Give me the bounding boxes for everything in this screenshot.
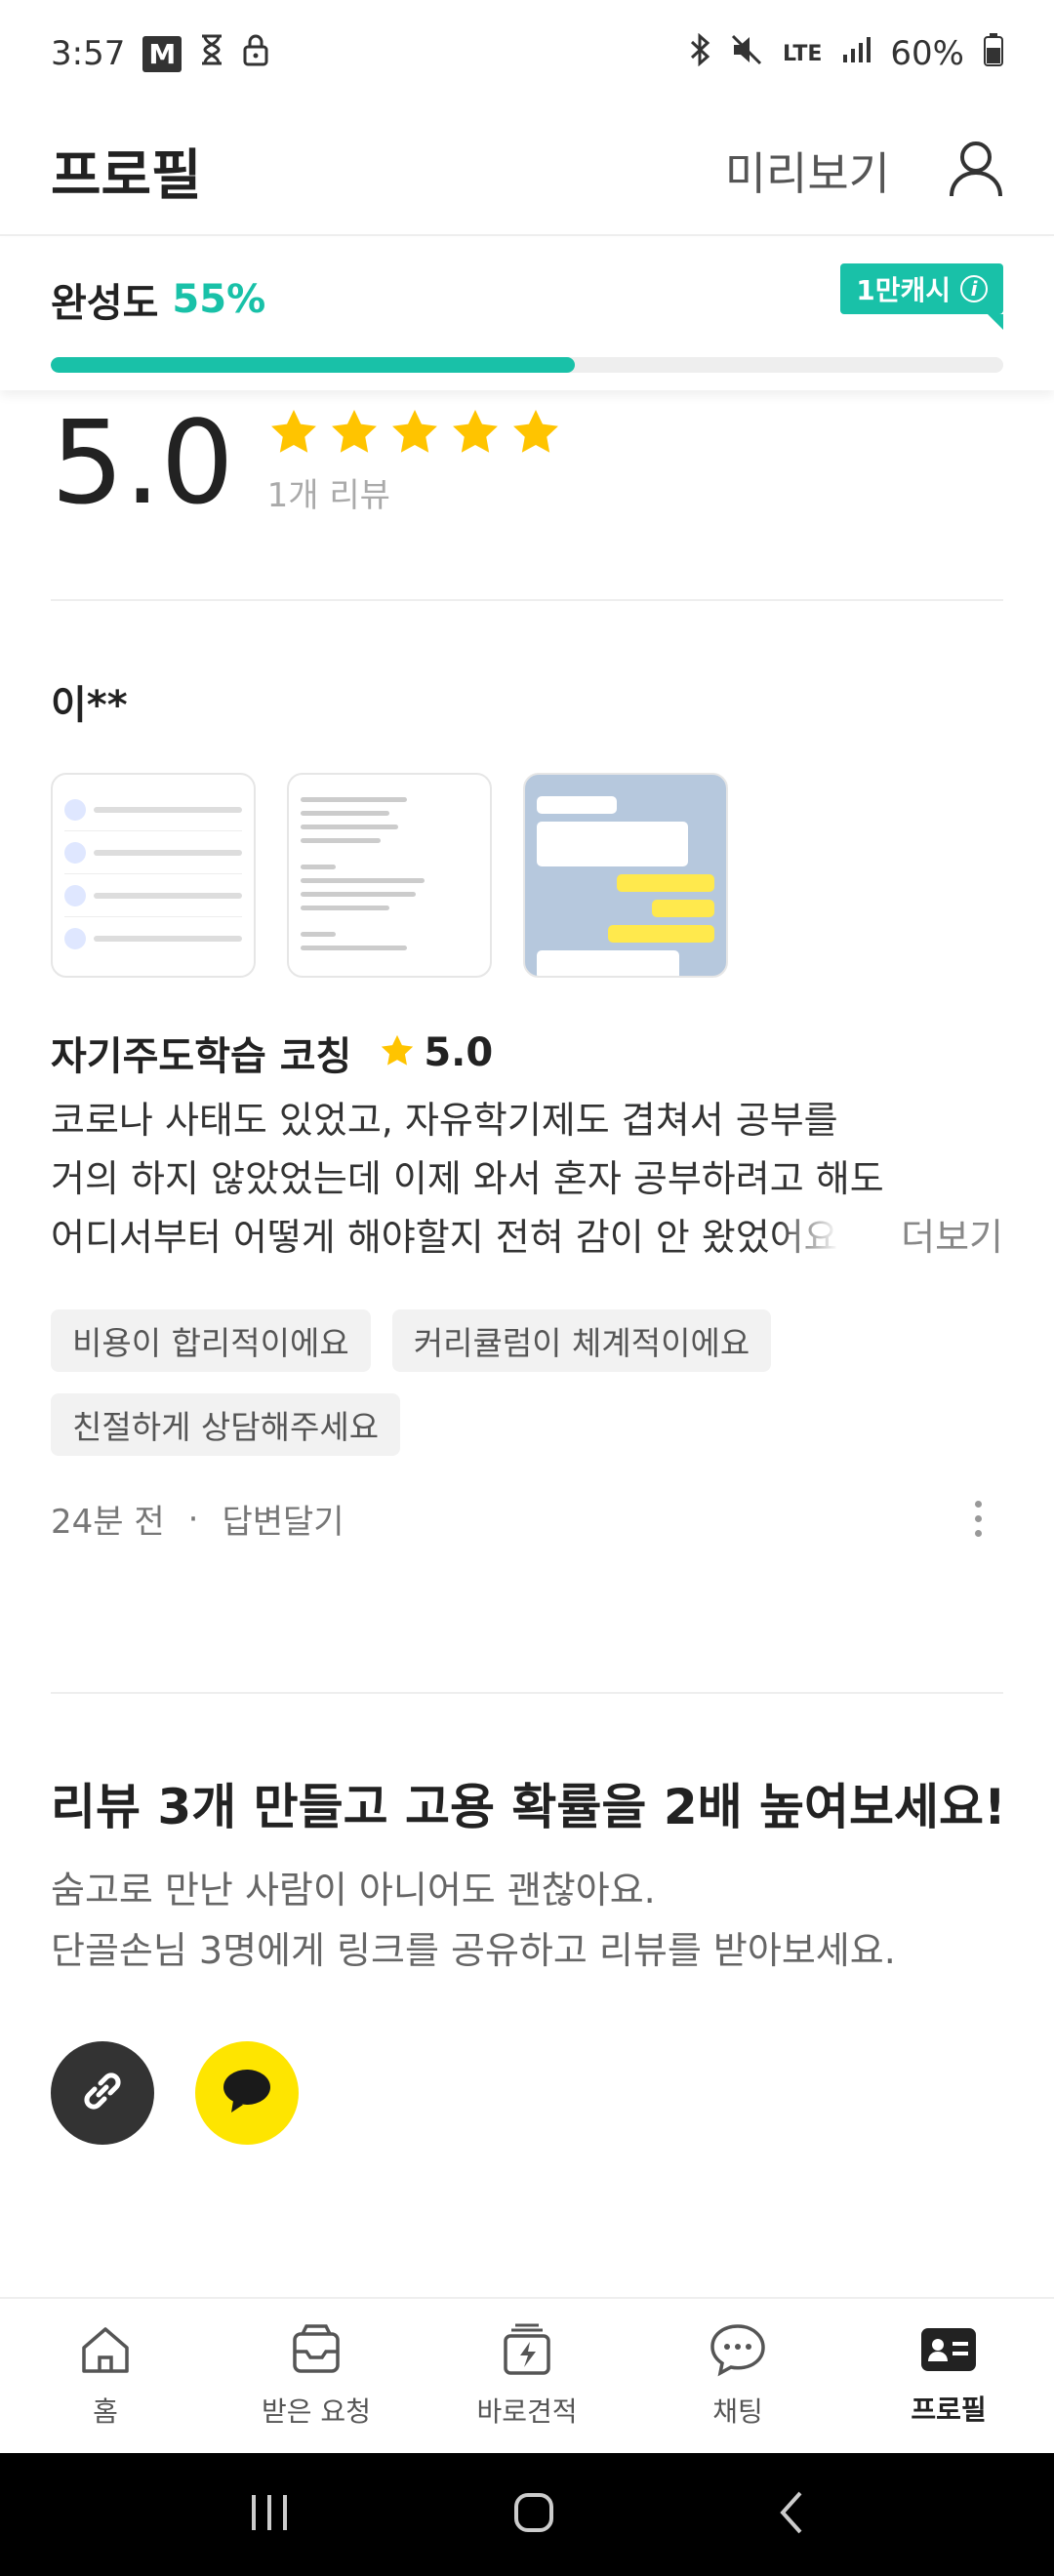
nav-item-quick-quote[interactable]: 바로견적 [422, 2299, 632, 2453]
star-icon [388, 406, 441, 463]
reviewer-name: 이** [51, 683, 128, 728]
completion-row: 완성도 55% 1만캐시 i [51, 263, 1003, 330]
star-icon [328, 406, 381, 463]
meta-separator: · [187, 1499, 199, 1539]
more-button[interactable]: 더보기 [901, 1208, 1003, 1267]
service-name: 자기주도학습 코칭 [51, 1034, 352, 1079]
hourglass-icon [199, 34, 224, 74]
review-tag: 비용이 합리적이에요 [51, 1309, 371, 1372]
star-icon [449, 406, 502, 463]
review-photos [51, 773, 728, 978]
mute-icon [730, 33, 763, 75]
review-text-line: 거의 하지 않았었는데 이제 와서 혼자 공부하려고 해도 [51, 1157, 884, 1200]
battery-percent: 60% [890, 34, 964, 73]
review-count: 1개 리뷰 [266, 476, 390, 515]
rating-summary: 5.0 1개 리뷰 [51, 395, 562, 530]
review-photo[interactable] [523, 773, 728, 978]
link-icon [77, 2066, 128, 2120]
nav-label: 채팅 [712, 2395, 763, 2428]
back-icon[interactable] [777, 2489, 806, 2540]
status-time: 3:57 [51, 34, 126, 73]
lock-icon [242, 33, 269, 75]
user-icon[interactable] [949, 140, 1003, 202]
status-left: 3:57 M [51, 33, 269, 75]
home-system-icon[interactable] [512, 2491, 555, 2538]
rating-details: 1개 리뷰 [267, 406, 562, 516]
lte-indicator: LTE [783, 41, 823, 66]
promo-desc-line: 단골손님 3명에게 링크를 공유하고 리뷰를 받아보세요. [51, 1929, 896, 1972]
nav-label: 바로견적 [476, 2395, 578, 2428]
nav-item-chat[interactable]: 채팅 [632, 2299, 843, 2453]
promo-description: 숨고로 만난 사람이 아니어도 괜찮아요. 단골손님 3명에게 링크를 공유하고… [51, 1860, 896, 1981]
star-icon [379, 1032, 416, 1073]
nav-label: 프로필 [911, 2394, 987, 2426]
review-tag: 친절하게 상담해주세요 [51, 1393, 401, 1456]
review-meta: 24분 전 · 답변달기 [51, 1495, 1003, 1543]
completion-label: 완성도 [51, 281, 159, 326]
nav-item-home[interactable]: 홈 [0, 2299, 211, 2453]
review-tags: 비용이 합리적이에요 커리큘럼이 체계적이에요 친절하게 상담해주세요 [51, 1309, 1003, 1456]
completion-progress-bar [51, 357, 1003, 373]
kakao-talk-icon [222, 2068, 272, 2118]
service-score: 5.0 [424, 1030, 494, 1075]
completion-panel: 완성도 55% 1만캐시 i [0, 238, 1054, 390]
inbox-icon [289, 2322, 344, 2381]
completion-progress-fill [51, 357, 575, 373]
review-body: 코로나 사태도 있었고, 자유학기제도 겹쳐서 공부를 거의 하지 않았었는데 … [51, 1091, 1003, 1267]
nav-item-profile[interactable]: 프로필 [843, 2299, 1054, 2453]
battery-icon [984, 32, 1003, 75]
more-options-icon[interactable] [975, 1501, 1003, 1537]
rating-stars [267, 406, 562, 463]
review-text-line: 어디서부터 어떻게 해야할지 전혀 감이 안 왔었어요 [51, 1216, 838, 1259]
review-tag: 커리큘럼이 체계적이에요 [391, 1309, 772, 1372]
review-photo[interactable] [51, 773, 256, 978]
share-buttons [51, 2041, 299, 2145]
recent-apps-icon[interactable] [248, 2493, 291, 2536]
bluetooth-icon [689, 32, 710, 75]
section-divider [51, 1692, 1003, 1694]
star-icon [509, 406, 562, 463]
chat-icon [709, 2322, 767, 2381]
review-service-row: 자기주도학습 코칭 5.0 [51, 1025, 493, 1081]
signal-icon [841, 34, 872, 73]
status-right: LTE 60% [689, 32, 1003, 75]
review-text-line: 코로나 사태도 있었고, 자유학기제도 겹쳐서 공부를 [51, 1099, 838, 1142]
gmail-notification-icon: M [142, 35, 182, 72]
nav-label: 받은 요청 [262, 2395, 371, 2428]
preview-button[interactable]: 미리보기 [725, 139, 890, 203]
nav-label: 홈 [93, 2395, 118, 2428]
promo-title: 리뷰 3개 만들고 고용 확률을 2배 높여보세요! [51, 1779, 1006, 1835]
info-icon: i [960, 275, 988, 302]
star-icon [267, 406, 320, 463]
app-header: 프로필 미리보기 [0, 107, 1054, 236]
copy-link-button[interactable] [51, 2041, 154, 2145]
review-time: 24분 전 [51, 1503, 165, 1542]
header-actions: 미리보기 [725, 139, 1003, 203]
profile-card-icon [919, 2324, 978, 2379]
average-score: 5.0 [51, 395, 234, 530]
review-photo[interactable] [287, 773, 492, 978]
quick-quote-icon [500, 2322, 554, 2381]
kakao-share-button[interactable] [195, 2041, 299, 2145]
service-rating: 5.0 [379, 1030, 493, 1075]
bottom-nav: 홈 받은 요청 바로견적 채팅 프로필 [0, 2297, 1054, 2453]
home-icon [78, 2322, 133, 2381]
cash-reward-badge[interactable]: 1만캐시 i [840, 263, 1003, 330]
nav-item-received-requests[interactable]: 받은 요청 [211, 2299, 422, 2453]
system-nav-bar [0, 2453, 1054, 2576]
review-text-last-line: 어디서부터 어떻게 해야할지 전혀 감이 안 왔었어요 더보기 [51, 1208, 1003, 1267]
reply-button[interactable]: 답변달기 [222, 1495, 344, 1543]
cash-badge-label: 1만캐시 [856, 274, 951, 306]
page-title: 프로필 [51, 143, 202, 208]
promo-desc-line: 숨고로 만난 사람이 아니어도 괜찮아요. [51, 1869, 656, 1912]
section-divider [51, 599, 1003, 601]
status-bar: 3:57 M LTE 60% [0, 0, 1054, 107]
completion-percent: 55% [172, 277, 266, 322]
